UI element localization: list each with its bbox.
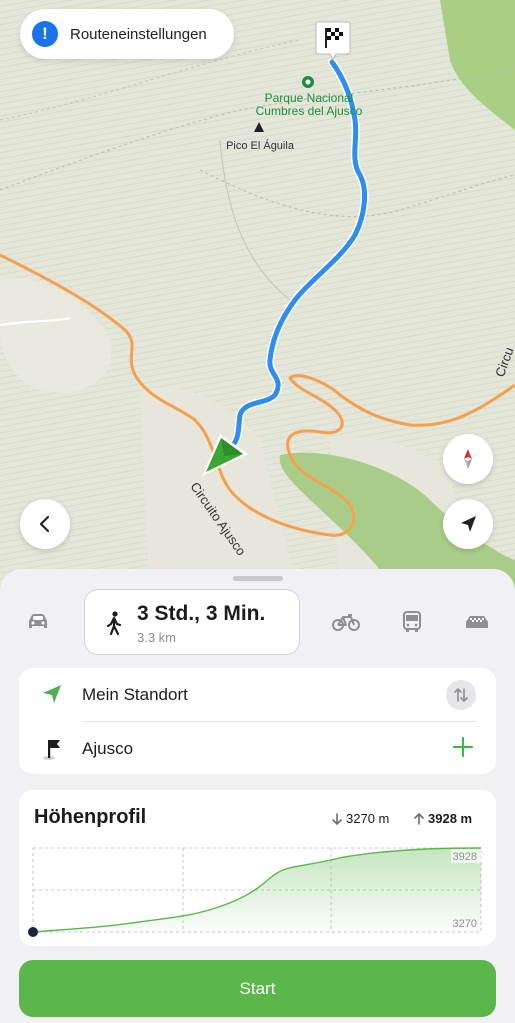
flag-icon [43, 740, 60, 760]
location-arrow-icon [43, 685, 61, 703]
walk-icon [106, 611, 122, 636]
back-button[interactable] [20, 499, 70, 549]
route-settings-label: Routeneinstellungen [70, 25, 207, 43]
taxi-icon[interactable] [462, 609, 492, 635]
route-distance: 3.3 km [137, 630, 177, 645]
add-waypoint-button[interactable] [452, 736, 474, 763]
elevation-chart: 3928 3270 [28, 847, 482, 937]
locate-me-button[interactable] [443, 499, 493, 549]
car-icon[interactable] [23, 609, 53, 635]
sheet-grabber[interactable] [233, 576, 283, 581]
map-canvas [0, 0, 515, 600]
route-sheet: 3 Std., 3 Min. 3.3 km Mein Standort Ajus… [0, 569, 515, 1023]
transport-modes: 3 Std., 3 Min. 3.3 km [0, 589, 515, 655]
swap-icon [454, 688, 468, 702]
waypoint-from[interactable]: Mein Standort [19, 668, 496, 722]
peak-label: Pico El Águila [226, 140, 294, 152]
elevation-max-label: 3928 [453, 851, 477, 863]
map-view[interactable]: Parque Nacional Cumbres del Ajusco Pico … [0, 0, 515, 600]
swap-waypoints-button[interactable] [446, 680, 476, 710]
route-settings-button[interactable]: ! Routeneinstellungen [20, 9, 234, 59]
elevation-position-dot [28, 927, 38, 937]
waypoint-to[interactable]: Ajusco [19, 722, 496, 776]
route-duration: 3 Std., 3 Min. [137, 602, 266, 625]
info-icon: ! [32, 21, 58, 47]
chevron-left-icon [39, 515, 50, 533]
start-button[interactable]: Start [19, 960, 496, 1017]
compass-button[interactable] [443, 434, 493, 484]
park-label: Parque Nacional Cumbres del Ajusco [255, 91, 363, 118]
compass-icon [464, 449, 472, 469]
location-arrow-icon [461, 516, 476, 532]
current-location-arrow-icon [198, 428, 252, 485]
elevation-min-label: 3270 [453, 918, 477, 930]
elevation-card[interactable]: Höhenprofil 3270 m 3928 m 3928 3270 [19, 790, 496, 946]
bike-icon[interactable] [331, 609, 361, 635]
bus-icon[interactable] [397, 609, 427, 635]
waypoint-to-label: Ajusco [82, 739, 134, 758]
walk-mode-selected[interactable]: 3 Std., 3 Min. 3.3 km [84, 589, 300, 655]
waypoints-card: Mein Standort Ajusco [19, 668, 496, 774]
destination-flag-marker[interactable] [314, 20, 352, 62]
plus-icon [452, 736, 474, 757]
waypoint-from-label: Mein Standort [82, 685, 188, 704]
